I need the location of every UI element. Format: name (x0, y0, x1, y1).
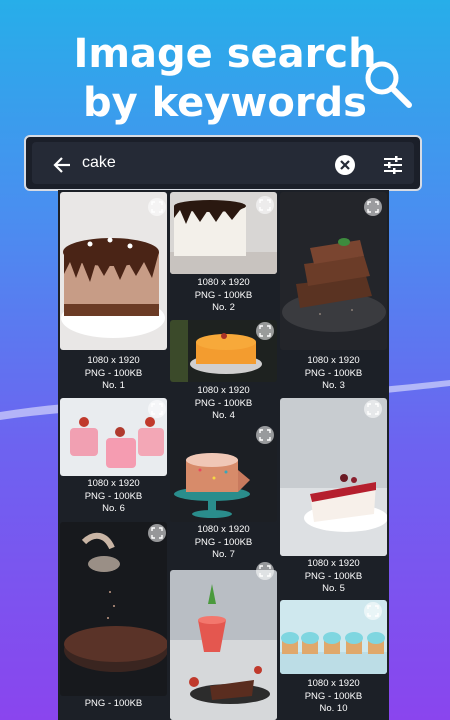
result-format: PNG - 100KB (84, 698, 143, 709)
result-image[interactable] (280, 398, 387, 556)
result-card[interactable]: 1080 x 1920 PNG - 100KB No. 4 (170, 320, 277, 428)
result-card[interactable]: PNG - 100KB (60, 522, 167, 720)
result-card[interactable]: 1080 x 1920 PNG - 100KB No. 5 (280, 398, 387, 598)
result-card[interactable]: 1080 x 1920 PNG - 100KB No. 6 (60, 398, 167, 520)
result-image[interactable] (170, 570, 277, 720)
result-meta: 1080 x 1920 PNG - 100KB No. 1 (60, 355, 167, 393)
result-number: No. 5 (322, 583, 345, 594)
result-card[interactable]: 1080 x 1920 PNG - 100KB No. 10 (280, 600, 387, 720)
search-input[interactable]: cake (82, 154, 302, 172)
result-meta: 1080 x 1920 PNG - 100KB No. 2 (170, 277, 277, 315)
search-bar: cake (24, 135, 422, 191)
result-format: PNG - 100KB (84, 367, 143, 379)
result-format: PNG - 100KB (304, 690, 363, 702)
result-number: No. 4 (212, 410, 235, 421)
result-size: 1080 x 1920 (307, 355, 360, 366)
result-meta: 1080 x 1920 PNG - 100KB No. 6 (60, 478, 167, 516)
tune-icon[interactable] (382, 154, 404, 176)
expand-icon[interactable] (148, 198, 166, 216)
result-meta: 1080 x 1920 PNG - 100KB No. 3 (280, 355, 387, 393)
result-meta: 1080 x 1920 PNG - 100KB No. 4 (170, 385, 277, 423)
results-grid: 1080 x 1920 PNG - 100KB No. 1 1080 x 192… (58, 190, 389, 720)
result-format: PNG - 100KB (304, 367, 363, 379)
result-format: PNG - 100KB (304, 570, 363, 582)
result-meta: 1080 x 1920 PNG - 100KB No. 5 (280, 558, 387, 596)
expand-icon[interactable] (364, 400, 382, 418)
result-number: No. 7 (212, 549, 235, 560)
result-image[interactable] (170, 430, 277, 522)
expand-icon[interactable] (256, 426, 274, 444)
magnifier-icon (365, 61, 412, 108)
search-bar-field: cake (32, 142, 414, 184)
result-image[interactable] (60, 522, 167, 696)
result-meta: 1080 x 1920 PNG - 100KB No. 7 (170, 524, 277, 562)
result-format: PNG - 100KB (194, 536, 253, 548)
result-size: 1080 x 1920 (197, 524, 250, 535)
result-card[interactable]: 1080 x 1920 PNG - 100KB No. 7 (170, 426, 277, 568)
result-number: No. 1 (102, 380, 125, 391)
result-card[interactable]: 1080 x 1920 PNG - 100KB No. 2 (170, 192, 277, 318)
result-number: No. 2 (212, 302, 235, 313)
result-image[interactable] (60, 192, 167, 350)
result-meta: 1080 x 1920 PNG - 100KB No. 10 (280, 678, 387, 716)
expand-icon[interactable] (148, 524, 166, 542)
result-size: 1080 x 1920 (87, 355, 140, 366)
result-size: 1080 x 1920 (87, 478, 140, 489)
arrow-left-icon[interactable] (52, 155, 72, 175)
result-meta: PNG - 100KB (60, 698, 167, 711)
result-card[interactable]: 1080 x 1920 PNG - 100KB No. 3 (280, 192, 387, 396)
expand-icon[interactable] (148, 400, 166, 418)
expand-icon[interactable] (364, 602, 382, 620)
result-number: No. 3 (322, 380, 345, 391)
expand-icon[interactable] (256, 196, 274, 214)
result-number: No. 6 (102, 503, 125, 514)
result-format: PNG - 100KB (194, 289, 253, 301)
close-circle-icon[interactable] (334, 154, 356, 176)
result-size: 1080 x 1920 (307, 678, 360, 689)
expand-icon[interactable] (256, 322, 274, 340)
result-size: 1080 x 1920 (197, 385, 250, 396)
result-size: 1080 x 1920 (197, 277, 250, 288)
result-format: PNG - 100KB (84, 490, 143, 502)
result-card[interactable] (170, 562, 277, 720)
result-number: No. 10 (319, 703, 348, 714)
expand-icon[interactable] (364, 198, 382, 216)
result-format: PNG - 100KB (194, 397, 253, 409)
result-card[interactable]: 1080 x 1920 PNG - 100KB No. 1 (60, 192, 167, 396)
expand-icon[interactable] (256, 562, 274, 580)
result-size: 1080 x 1920 (307, 558, 360, 569)
